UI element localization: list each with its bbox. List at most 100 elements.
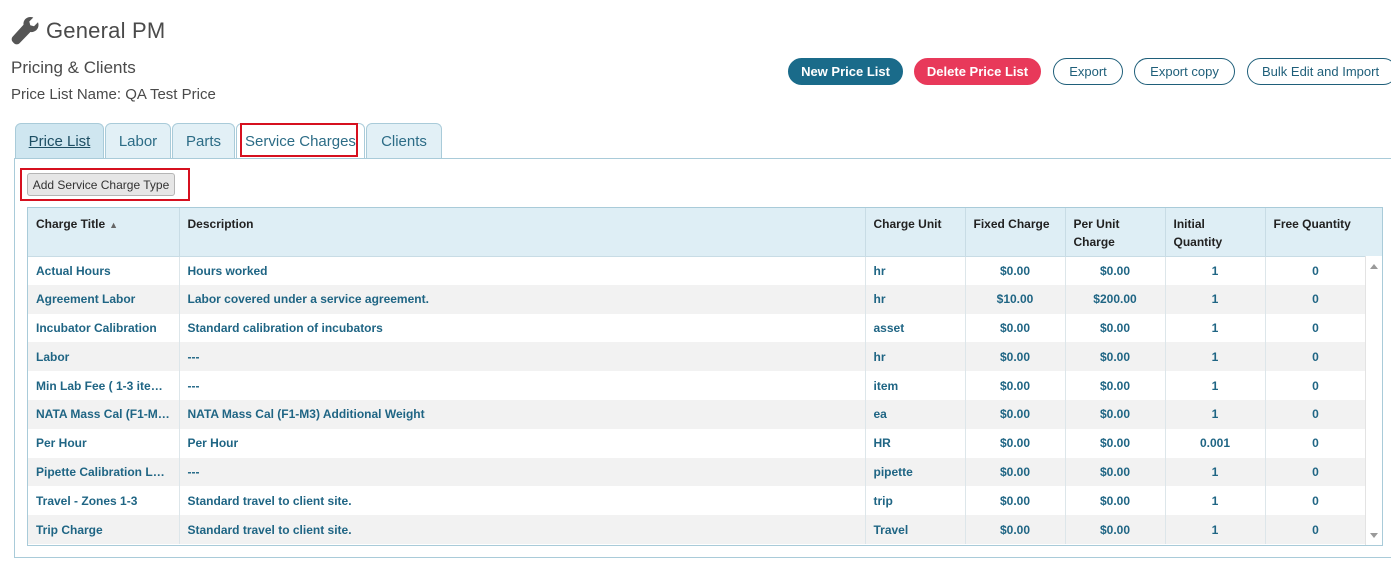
cell-charge-title[interactable]: Agreement Labor [28, 284, 180, 314]
cell-free-quantity: 0 [1265, 486, 1367, 516]
column-header-fixed-charge[interactable]: Fixed Charge [965, 208, 1066, 257]
cell-charge-title[interactable]: NATA Mass Cal (F1-M3) ... [28, 399, 180, 429]
table-row[interactable]: Pipette Calibration Lot... --- pipette $0.0… [28, 457, 1367, 487]
cell-charge-unit: item [865, 371, 966, 400]
service-charges-grid: Charge Title ▲ Description Charge Unit Fi… [27, 207, 1383, 546]
price-list-name: Price List Name: QA Test Price [11, 86, 216, 103]
cell-description: --- [179, 457, 866, 487]
scroll-down-arrow-icon[interactable] [1370, 533, 1378, 538]
service-charges-table: Charge Title ▲ Description Charge Unit Fi… [28, 208, 1367, 544]
cell-per-unit-charge: $0.00 [1065, 342, 1166, 372]
cell-description: --- [179, 342, 866, 372]
column-header-description[interactable]: Description [179, 208, 866, 257]
column-header-charge-title[interactable]: Charge Title ▲ [28, 208, 180, 257]
cell-free-quantity: 0 [1265, 371, 1367, 400]
cell-initial-quantity: 1 [1165, 256, 1266, 285]
tab-price-list[interactable]: Price List [15, 123, 104, 159]
cell-description: Standard calibration of incubators [179, 313, 866, 343]
cell-charge-title[interactable]: Travel - Zones 1-3 [28, 486, 180, 516]
cell-charge-title[interactable]: Per Hour [28, 428, 180, 458]
table-row[interactable]: Labor --- hr $0.00 $0.00 1 0 [28, 342, 1367, 372]
cell-fixed-charge: $0.00 [965, 515, 1066, 544]
delete-price-list-button[interactable]: Delete Price List [914, 58, 1041, 85]
cell-initial-quantity: 1 [1165, 486, 1266, 516]
vertical-scrollbar[interactable] [1365, 256, 1382, 545]
cell-charge-unit: ea [865, 399, 966, 429]
cell-charge-unit: pipette [865, 457, 966, 487]
table-row[interactable]: Incubator Calibration Standard calibratio… [28, 313, 1367, 343]
cell-fixed-charge: $10.00 [965, 284, 1066, 314]
cell-free-quantity: 0 [1265, 515, 1367, 544]
tab-labor[interactable]: Labor [105, 123, 171, 159]
cell-charge-title[interactable]: Incubator Calibration [28, 313, 180, 343]
cell-charge-title[interactable]: Actual Hours [28, 256, 180, 285]
cell-charge-unit: hr [865, 342, 966, 372]
column-header-charge-unit[interactable]: Charge Unit [865, 208, 966, 257]
cell-initial-quantity: 1 [1165, 342, 1266, 372]
tab-service-charges[interactable]: Service Charges [236, 123, 365, 159]
cell-initial-quantity: 1 [1165, 371, 1266, 400]
cell-description: Standard travel to client site. [179, 515, 866, 544]
cell-charge-title[interactable]: Min Lab Fee ( 1-3 items) [28, 371, 180, 400]
cell-free-quantity: 0 [1265, 342, 1367, 372]
scroll-up-arrow-icon[interactable] [1370, 264, 1378, 269]
cell-description: Hours worked [179, 256, 866, 285]
cell-free-quantity: 0 [1265, 428, 1367, 458]
cell-initial-quantity: 1 [1165, 515, 1266, 544]
new-price-list-button[interactable]: New Price List [788, 58, 903, 85]
table-row[interactable]: NATA Mass Cal (F1-M3) ... NATA Mass Cal (… [28, 399, 1367, 429]
table-row[interactable]: Travel - Zones 1-3 Standard travel to cli… [28, 486, 1367, 516]
table-body: Actual Hours Hours worked hr $0.00 $0.00 1 0 Ag… [28, 256, 1367, 544]
table-row[interactable]: Actual Hours Hours worked hr $0.00 $0.00 1 0 [28, 256, 1367, 285]
tab-clients[interactable]: Clients [366, 123, 442, 159]
table-row[interactable]: Per Hour Per Hour HR $0.00 $0.00 0.001 0 [28, 428, 1367, 458]
tab-bar: Price List Labor Parts Service Charges C… [15, 123, 443, 159]
table-row[interactable]: Min Lab Fee ( 1-3 items) --- item $0.00 $0.0… [28, 371, 1367, 400]
cell-description: Per Hour [179, 428, 866, 458]
sort-ascending-icon: ▲ [109, 220, 119, 230]
cell-charge-unit: hr [865, 284, 966, 314]
cell-description: NATA Mass Cal (F1-M3) Additional Weight [179, 399, 866, 429]
cell-charge-title[interactable]: Pipette Calibration Lot... [28, 457, 180, 487]
cell-fixed-charge: $0.00 [965, 256, 1066, 285]
tab-parts[interactable]: Parts [172, 123, 235, 159]
cell-fixed-charge: $0.00 [965, 399, 1066, 429]
cell-per-unit-charge: $0.00 [1065, 256, 1166, 285]
export-copy-button[interactable]: Export copy [1134, 58, 1235, 85]
cell-per-unit-charge: $0.00 [1065, 486, 1166, 516]
table-row[interactable]: Agreement Labor Labor covered under a ser… [28, 284, 1367, 314]
cell-description: Labor covered under a service agreement. [179, 284, 866, 314]
scroll-header-cell [1365, 208, 1382, 256]
cell-fixed-charge: $0.00 [965, 342, 1066, 372]
cell-free-quantity: 0 [1265, 313, 1367, 343]
cell-per-unit-charge: $0.00 [1065, 428, 1166, 458]
column-header-initial-quantity[interactable]: Initial Quantity [1165, 208, 1266, 257]
cell-charge-unit: Travel [865, 515, 966, 544]
cell-fixed-charge: $0.00 [965, 371, 1066, 400]
cell-charge-unit: trip [865, 486, 966, 516]
cell-description: --- [179, 371, 866, 400]
add-service-charge-type-button[interactable]: Add Service Charge Type [27, 173, 175, 196]
cell-initial-quantity: 1 [1165, 313, 1266, 343]
cell-fixed-charge: $0.00 [965, 486, 1066, 516]
cell-per-unit-charge: $0.00 [1065, 457, 1166, 487]
cell-charge-title[interactable]: Trip Charge [28, 515, 180, 544]
export-button[interactable]: Export [1053, 58, 1123, 85]
cell-initial-quantity: 1 [1165, 284, 1266, 314]
page-subtitle: Pricing & Clients [11, 58, 136, 77]
column-header-per-unit-charge[interactable]: Per Unit Charge [1065, 208, 1166, 257]
cell-free-quantity: 0 [1265, 284, 1367, 314]
table-row[interactable]: Trip Charge Standard travel to client sit… [28, 515, 1367, 544]
bulk-edit-import-button[interactable]: Bulk Edit and Import [1247, 58, 1391, 85]
cell-charge-unit: hr [865, 256, 966, 285]
cell-fixed-charge: $0.00 [965, 313, 1066, 343]
cell-per-unit-charge: $200.00 [1065, 284, 1166, 314]
cell-fixed-charge: $0.00 [965, 457, 1066, 487]
cell-per-unit-charge: $0.00 [1065, 371, 1166, 400]
cell-charge-title[interactable]: Labor [28, 342, 180, 372]
cell-free-quantity: 0 [1265, 399, 1367, 429]
app-title: General PM [46, 18, 166, 43]
cell-per-unit-charge: $0.00 [1065, 399, 1166, 429]
column-header-free-quantity[interactable]: Free Quantity [1265, 208, 1367, 257]
cell-charge-unit: HR [865, 428, 966, 458]
